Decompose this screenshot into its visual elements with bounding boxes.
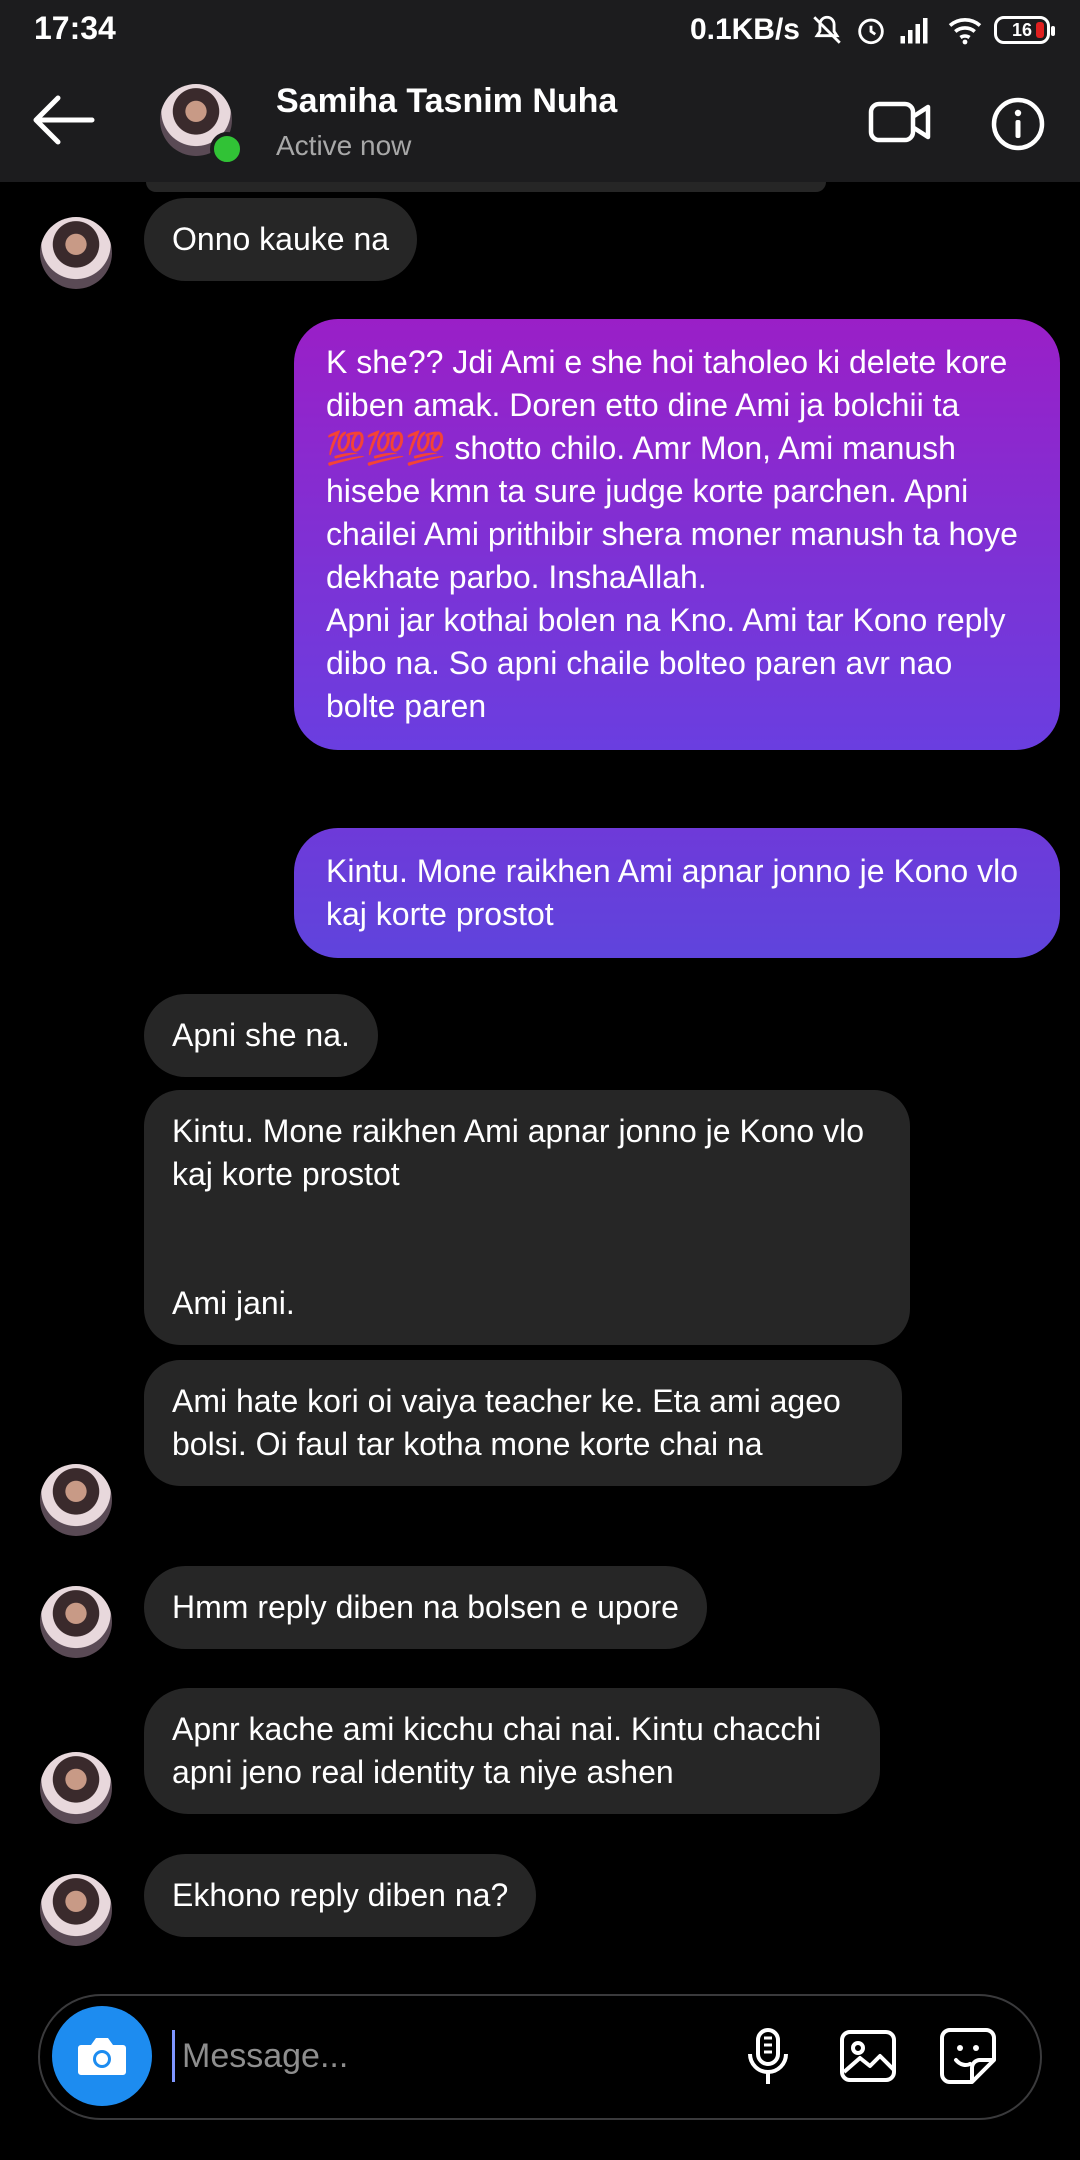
message-bubble-incoming[interactable]: Ami hate kori oi vaiya teacher ke. Eta a…	[144, 1360, 902, 1486]
status-bar: 17:34 0.1KB/s 16	[0, 0, 1080, 60]
message-bubble-incoming[interactable]: Kintu. Mone raikhen Ami apnar jonno je K…	[144, 1090, 910, 1345]
conversation-header: Samiha Tasnim Nuha Active now	[0, 60, 1080, 182]
message-bubble-incoming[interactable]: Onno kauke na	[144, 198, 418, 281]
avatar[interactable]	[40, 1874, 112, 1946]
message-list[interactable]: Onno kauke na K she?? Jdi Ami e she hoi …	[0, 182, 1080, 1982]
camera-icon	[78, 2038, 126, 2075]
alarm-icon	[858, 18, 884, 45]
message-bubble-incoming[interactable]: Apni she na.	[144, 994, 378, 1077]
message-input[interactable]	[180, 2024, 744, 2088]
online-indicator	[210, 132, 244, 166]
message-bubble-incoming[interactable]: Apnr kache ami kicchu chai nai. Kintu ch…	[144, 1688, 880, 1814]
avatar[interactable]	[40, 1752, 112, 1824]
message-bubble-outgoing[interactable]: Kintu. Mone raikhen Ami apnar jonno je K…	[294, 828, 1060, 958]
avatar[interactable]	[40, 1464, 112, 1536]
message-composer	[38, 1994, 1042, 2120]
status-time: 17:34	[34, 10, 116, 46]
message-bubble-outgoing[interactable]: K she?? Jdi Ami e she hoi taholeo ki del…	[294, 319, 1060, 750]
text-cursor	[172, 2030, 175, 2082]
info-icon[interactable]	[990, 96, 1046, 152]
gallery-icon[interactable]	[836, 2024, 900, 2088]
contact-name[interactable]: Samiha Tasnim Nuha	[276, 82, 617, 121]
avatar[interactable]	[40, 217, 112, 289]
microphone-icon[interactable]	[736, 2024, 800, 2088]
avatar[interactable]	[40, 1586, 112, 1658]
mute-icon	[813, 15, 841, 44]
message-bubble-incoming[interactable]: Ekhono reply diben na?	[144, 1854, 537, 1937]
wifi-icon	[948, 18, 982, 45]
message-bubble-incoming[interactable]: Hmm reply diben na bolsen e upore	[144, 1566, 707, 1649]
camera-button[interactable]	[52, 2006, 152, 2106]
previous-message-fragment	[146, 182, 826, 192]
active-status: Active now	[276, 130, 412, 161]
signal-icon	[900, 18, 928, 44]
video-call-icon[interactable]	[868, 98, 932, 146]
status-icons: 0.1KB/s 16	[689, 10, 1055, 50]
network-speed: 0.1KB/s	[689, 13, 800, 46]
contact-avatar[interactable]	[160, 84, 244, 166]
battery-level: 16	[1011, 19, 1033, 40]
back-arrow-icon[interactable]	[28, 92, 98, 148]
battery-icon: 16	[994, 16, 1055, 44]
sticker-icon[interactable]	[936, 2024, 1000, 2088]
